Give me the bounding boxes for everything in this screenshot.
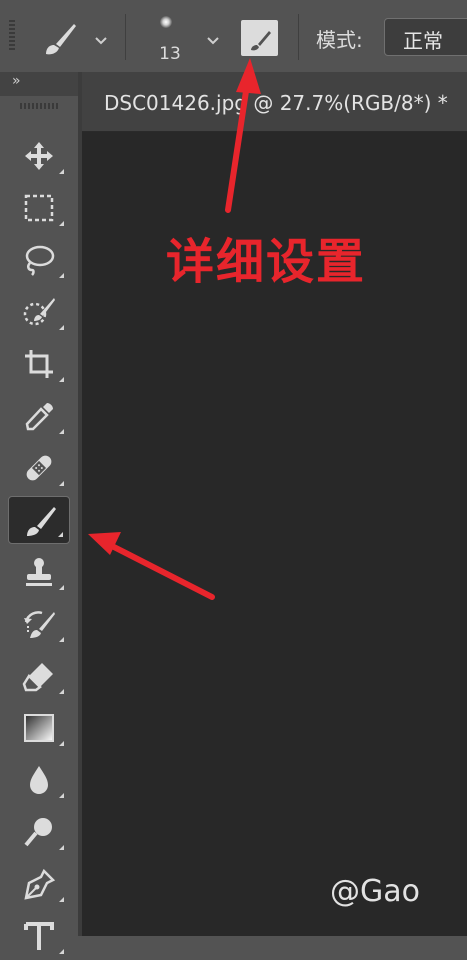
tool-group-indicator	[59, 637, 64, 642]
separator	[125, 14, 126, 60]
double-chevron-icon: »	[12, 73, 20, 89]
blur-tool[interactable]	[8, 756, 70, 804]
tool-group-indicator	[59, 429, 64, 434]
eraser-icon	[22, 663, 53, 692]
history-brush-tool[interactable]	[8, 600, 70, 648]
brush-tip-preview[interactable]	[160, 16, 172, 28]
type-icon	[24, 922, 54, 950]
drop-icon	[30, 766, 48, 794]
tool-group-indicator	[59, 273, 64, 278]
panel-collapse-button[interactable]: »	[0, 72, 78, 96]
brush-size-value[interactable]: 13	[148, 44, 192, 64]
mode-dropdown[interactable]: 正常	[384, 18, 467, 56]
crop-tool[interactable]	[8, 340, 70, 388]
options-bar-grip[interactable]	[9, 20, 15, 52]
tool-group-indicator	[59, 585, 64, 590]
eyedropper-tool[interactable]	[8, 392, 70, 440]
move-icon	[25, 142, 53, 170]
document-tab[interactable]: DSC01426.jpg @ 27.7%(RGB/8*) *	[82, 72, 467, 132]
brush-icon	[27, 507, 56, 536]
tool-group-indicator	[59, 845, 64, 850]
tools-panel-grip[interactable]	[20, 103, 58, 109]
rect-marquee-icon	[24, 194, 54, 222]
annotation-label: 详细设置	[166, 234, 367, 290]
tool-preset-picker[interactable]	[40, 20, 80, 60]
quick-select-icon	[23, 298, 55, 326]
chevron-down-icon[interactable]	[93, 33, 109, 49]
crop-icon	[25, 350, 53, 378]
quick-selection-tool[interactable]	[8, 288, 70, 336]
stamp-icon	[26, 558, 52, 586]
tool-group-indicator	[59, 689, 64, 694]
separator	[298, 14, 299, 60]
document-tab-bar: DSC01426.jpg @ 27.7%(RGB/8*) *	[82, 72, 467, 132]
bandage-icon	[26, 455, 52, 481]
marquee-tool[interactable]	[8, 184, 70, 232]
tool-group-indicator	[59, 377, 64, 382]
brush-settings-icon	[245, 27, 274, 52]
options-bar: 13 模式: 正常	[0, 0, 467, 72]
tool-group-indicator	[59, 481, 64, 486]
tool-group-indicator	[58, 532, 63, 537]
type-tool[interactable]	[8, 912, 70, 960]
gradient-icon	[24, 714, 54, 742]
clone-stamp-tool[interactable]	[8, 548, 70, 596]
eyedropper-icon	[25, 403, 53, 431]
tools-panel: »	[0, 72, 78, 954]
brush-tool[interactable]	[8, 496, 70, 544]
tool-group-indicator	[59, 741, 64, 746]
brush-settings-panel-button[interactable]	[241, 20, 278, 56]
gradient-tool[interactable]	[8, 704, 70, 752]
tool-group-indicator	[59, 949, 64, 954]
lasso-icon	[25, 245, 55, 276]
pen-tool[interactable]	[8, 860, 70, 908]
dodge-tool[interactable]	[8, 808, 70, 856]
watermark: @Gao	[330, 874, 420, 909]
tool-group-indicator	[59, 897, 64, 902]
mode-value: 正常	[403, 29, 443, 53]
healing-brush-tool[interactable]	[8, 444, 70, 492]
chevron-down-icon[interactable]	[205, 33, 221, 49]
history-brush-icon	[24, 611, 55, 638]
pen-nib-icon	[24, 868, 56, 900]
tool-group-indicator	[59, 221, 64, 226]
document-tab-title: DSC01426.jpg @ 27.7%(RGB/8*) *	[104, 91, 448, 115]
lasso-tool[interactable]	[8, 236, 70, 284]
tool-group-indicator	[59, 793, 64, 798]
move-tool[interactable]	[8, 132, 70, 180]
eraser-tool[interactable]	[8, 652, 70, 700]
tool-group-indicator	[59, 325, 64, 330]
dodge-icon	[24, 818, 52, 847]
brush-icon	[46, 24, 76, 55]
mode-label: 模式:	[316, 28, 363, 52]
tool-group-indicator	[59, 169, 64, 174]
